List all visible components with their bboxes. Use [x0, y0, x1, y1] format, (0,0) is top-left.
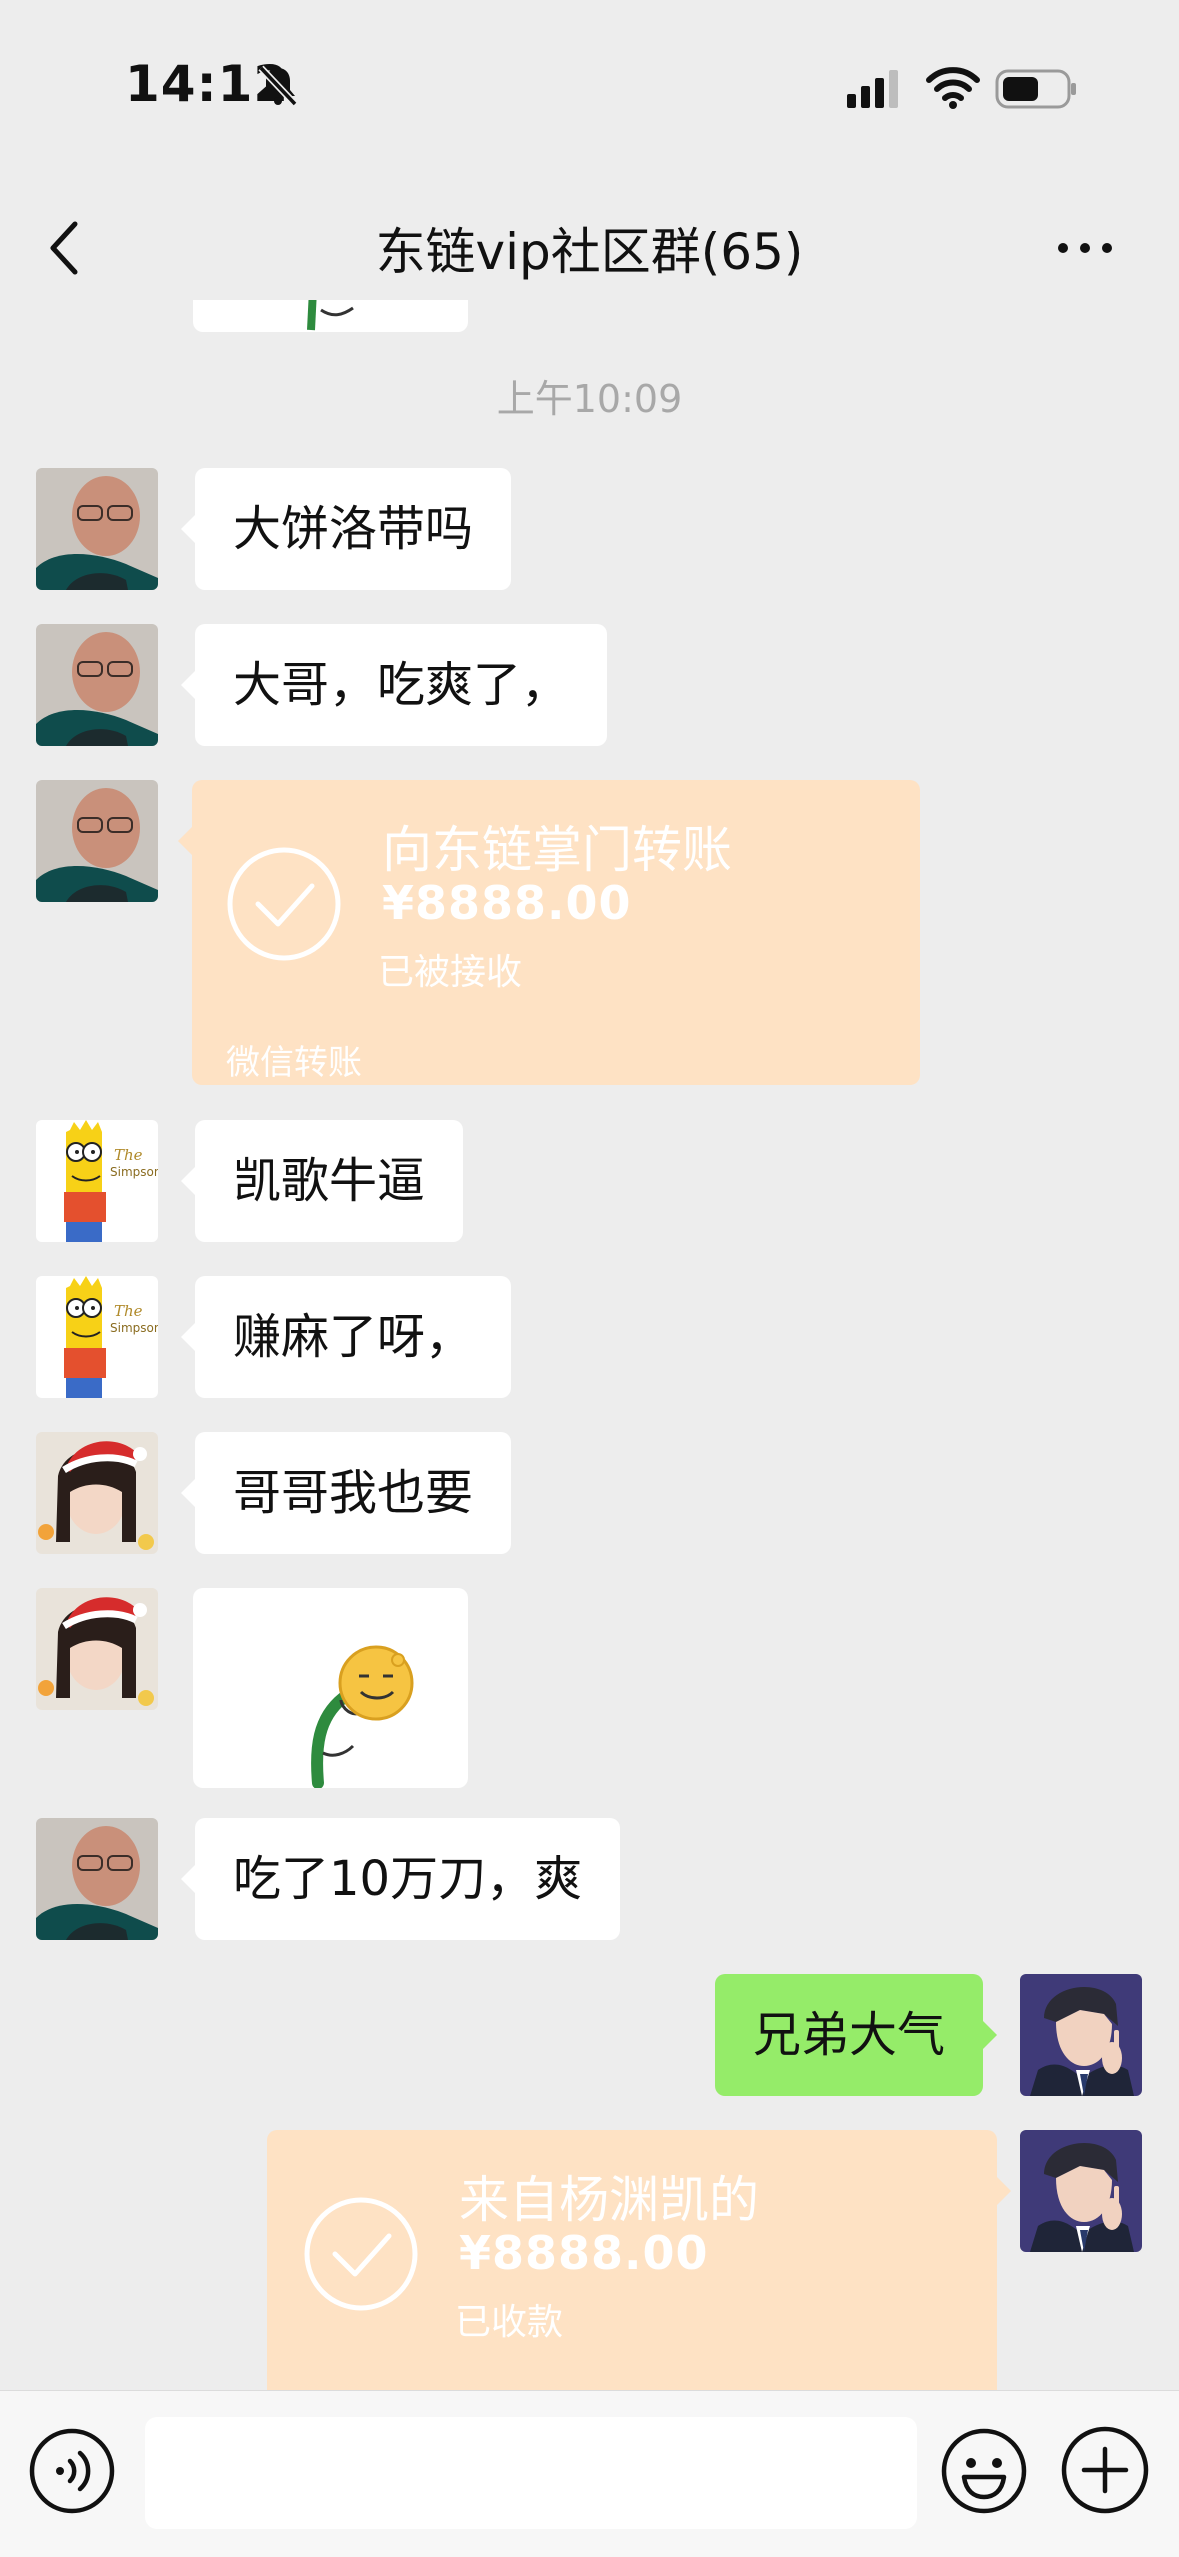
transfer-status: 已收款	[455, 2302, 564, 2343]
anime-man-avatar	[1020, 2130, 1142, 2252]
input-bar	[0, 2390, 1179, 2557]
transfer-status: 已被接收	[378, 952, 523, 993]
message-bubble[interactable]: 赚麻了呀，	[180, 1276, 512, 1398]
transfer-card[interactable]: 向东链掌门转账 ¥8888.00 已被接收 微信转账	[178, 780, 920, 1085]
avatar[interactable]: The Simpsons	[36, 1276, 158, 1398]
wifi-icon	[926, 67, 980, 109]
svg-text:Simpsons: Simpsons	[110, 1165, 158, 1179]
message-bubble[interactable]: 大哥，吃爽了，	[180, 624, 608, 746]
message-bubble[interactable]: 凯歌牛逼	[180, 1120, 464, 1242]
more-options-icon[interactable]	[1055, 240, 1115, 256]
anime-man-avatar	[1020, 1974, 1142, 2096]
bart-simpson-avatar: The Simpsons	[36, 1276, 158, 1398]
woman-santa-hat-avatar	[36, 1588, 158, 1710]
man-glasses-avatar	[36, 624, 158, 746]
voice-input-icon[interactable]	[28, 2427, 116, 2515]
chat-message-list[interactable]: 上午10:09 大饼洛带吗 大哥，吃爽了， 向东链掌门转账 ¥8888.00 已…	[0, 300, 1179, 2390]
woman-santa-hat-avatar	[36, 1432, 158, 1554]
status-bar: 14:12	[0, 0, 1179, 150]
check-circle-icon	[304, 2197, 418, 2311]
chat-header: 东链vip社区群(65)	[0, 190, 1179, 300]
svg-text:The: The	[114, 1146, 143, 1164]
transfer-title: 向东链掌门转账	[382, 821, 732, 879]
silent-bell-icon	[258, 65, 298, 107]
avatar-own[interactable]	[1020, 1974, 1142, 2096]
message-bubble[interactable]: 吃了10万刀，爽	[180, 1818, 621, 1940]
avatar[interactable]	[36, 780, 158, 902]
sticker-message-partial[interactable]	[193, 300, 468, 332]
man-glasses-avatar	[36, 1818, 158, 1940]
avatar[interactable]	[36, 468, 158, 590]
sticker-image	[307, 300, 354, 331]
transfer-footer: 微信转账	[226, 1043, 362, 1083]
transfer-amount: ¥8888.00	[459, 2226, 709, 2280]
emoji-icon[interactable]	[940, 2427, 1028, 2515]
cellular-signal-icon	[847, 70, 898, 108]
avatar[interactable]	[36, 1588, 158, 1710]
plus-icon[interactable]	[1060, 2425, 1150, 2515]
man-glasses-avatar	[36, 780, 158, 902]
avatar-own[interactable]	[1020, 2130, 1142, 2252]
chat-title: 东链vip社区群(65)	[375, 223, 804, 281]
avatar[interactable]: The Simpsons	[36, 1120, 158, 1242]
message-input[interactable]	[145, 2417, 917, 2529]
transfer-title: 来自杨渊凯的	[459, 2171, 759, 2229]
bart-simpson-avatar: The Simpsons	[36, 1120, 158, 1242]
transfer-amount: ¥8888.00	[382, 876, 632, 930]
battery-icon	[995, 69, 1076, 109]
smiley-microphone-sticker	[311, 1645, 414, 1788]
transfer-card-own[interactable]: 来自杨渊凯的 ¥8888.00 已收款	[267, 2130, 1011, 2390]
man-glasses-avatar	[36, 468, 158, 590]
svg-text:The: The	[114, 1302, 143, 1320]
message-bubble[interactable]: 大饼洛带吗	[180, 468, 512, 590]
sticker-message[interactable]	[193, 1588, 468, 1788]
timestamp: 上午10:09	[496, 377, 683, 421]
svg-text:Simpsons: Simpsons	[110, 1321, 158, 1335]
avatar[interactable]	[36, 624, 158, 746]
message-bubble-own[interactable]: 兄弟大气	[714, 1974, 998, 2096]
avatar[interactable]	[36, 1818, 158, 1940]
check-circle-icon	[227, 847, 341, 961]
avatar[interactable]	[36, 1432, 158, 1554]
message-bubble[interactable]: 哥哥我也要	[180, 1432, 512, 1554]
